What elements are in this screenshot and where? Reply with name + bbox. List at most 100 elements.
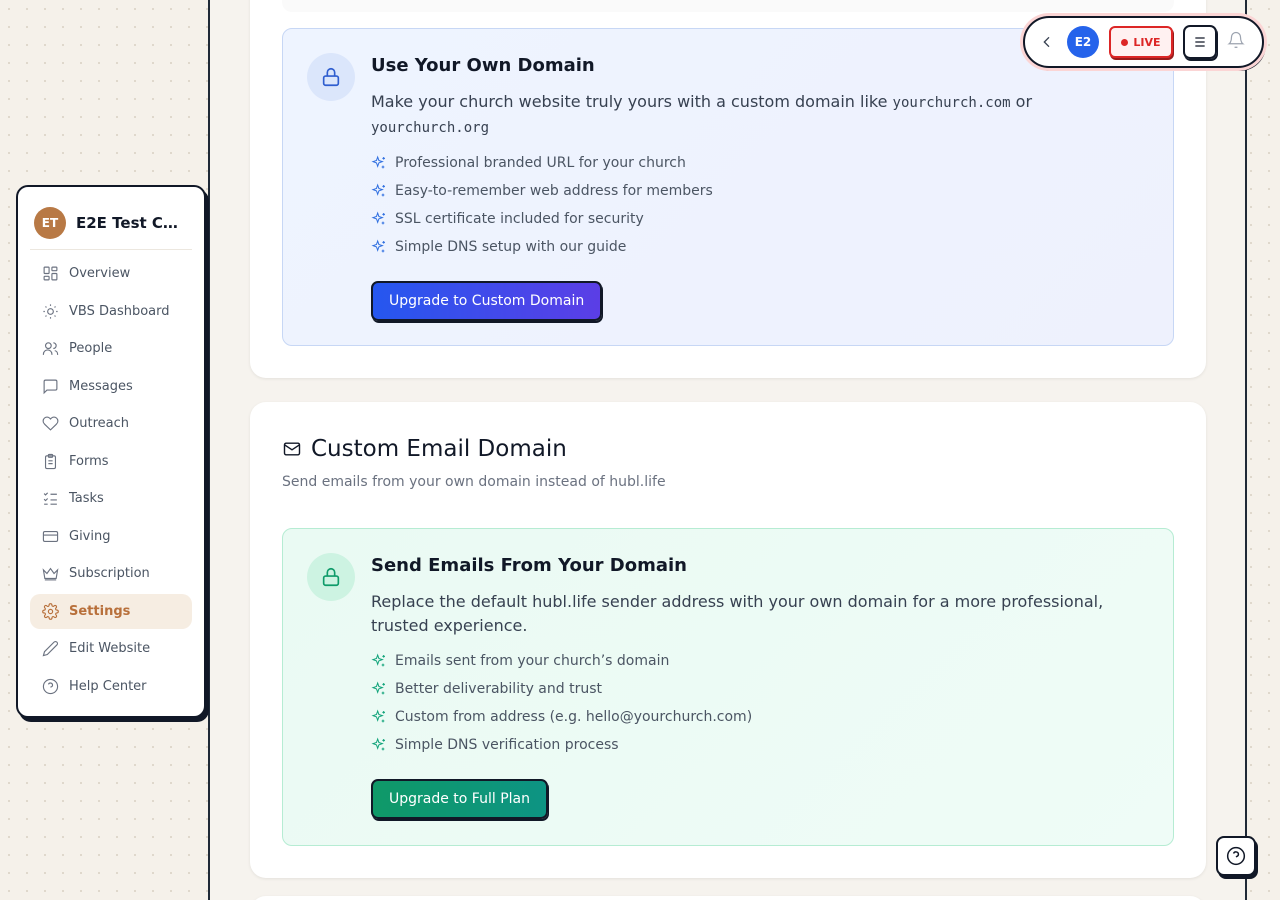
previous-section-stub: [282, 0, 1174, 12]
notifications-button[interactable]: [1227, 31, 1245, 53]
mail-icon: [283, 442, 301, 456]
heart-icon: [42, 416, 59, 431]
bell-icon: [1227, 31, 1245, 49]
sidebar-item-messages[interactable]: Messages: [30, 369, 192, 404]
next-section-card: [250, 896, 1206, 900]
clipboard-icon: [44, 453, 57, 469]
sun-icon: [43, 303, 58, 319]
church-name: E2E Test Church: [76, 214, 188, 232]
live-status-button[interactable]: LIVE: [1109, 26, 1173, 58]
sidebar-item-vbs-dashboard[interactable]: VBS Dashboard: [30, 294, 192, 329]
feature-text: SSL certificate included for security: [395, 211, 644, 227]
custom-domain-promo: Use Your Own Domain Make your church web…: [282, 28, 1174, 346]
user-avatar[interactable]: E2: [1067, 26, 1099, 58]
feature-text: Emails sent from your church’s domain: [395, 653, 670, 669]
feature-text: Simple DNS setup with our guide: [395, 239, 627, 255]
sidebar-item-label: People: [69, 341, 113, 356]
live-dot-icon: [1121, 38, 1129, 46]
sparkles-icon: [371, 681, 385, 695]
feature-text: Better deliverability and trust: [395, 681, 602, 697]
promo-desc-text: Make your church website truly yours wit…: [371, 92, 893, 111]
sidebar-item-label: Tasks: [69, 491, 104, 506]
section-header: Custom Email Domain: [282, 436, 567, 462]
message-icon: [43, 379, 58, 394]
sidebar-item-label: Messages: [69, 378, 133, 394]
sidebar-item-label: Help Center: [69, 678, 147, 694]
sparkles-icon: [371, 211, 385, 225]
sidebar-item-label: Overview: [69, 266, 131, 281]
promo-description: Make your church website truly yours wit…: [371, 90, 1149, 140]
credit-card-icon: [42, 530, 59, 542]
sidebar-item-overview[interactable]: Overview: [30, 256, 192, 291]
example-domain-org: yourchurch.org: [371, 120, 490, 136]
sidebar-item-label: Settings: [69, 603, 131, 619]
collapse-toolbar-button[interactable]: [1037, 34, 1057, 50]
sidebar-item-label: VBS Dashboard: [69, 303, 170, 319]
help-button[interactable]: [1216, 836, 1256, 876]
floating-toolbar: E2 LIVE: [1023, 16, 1264, 68]
feature-text: Easy-to-remember web address for members: [395, 183, 713, 199]
example-domain-com: yourchurch.com: [892, 95, 1011, 111]
promo-description: Replace the default hubl.life sender add…: [371, 592, 1104, 635]
feature-text: Simple DNS verification process: [395, 737, 619, 753]
sidebar-header[interactable]: ET E2E Test Church: [30, 201, 192, 250]
sidebar-item-label: Giving: [69, 528, 111, 544]
sidebar-item-settings[interactable]: Settings: [30, 593, 192, 629]
feature-item: Easy-to-remember web address for members: [371, 177, 1149, 205]
feature-item: Professional branded URL for your church: [371, 149, 1149, 177]
menu-button[interactable]: [1183, 25, 1217, 59]
lock-badge: [307, 53, 355, 101]
crown-icon: [42, 567, 59, 581]
upgrade-custom-domain-button[interactable]: Upgrade to Custom Domain: [371, 281, 603, 321]
hamburger-icon: [1195, 37, 1205, 47]
sidebar-item-tasks[interactable]: Tasks: [30, 481, 192, 516]
users-icon: [42, 342, 59, 355]
chevron-left-icon: [1043, 36, 1050, 48]
feature-item: Simple DNS verification process: [371, 731, 1149, 759]
sidebar-item-label: Edit Website: [69, 641, 151, 656]
email-domain-promo: Send Emails From Your Domain Replace the…: [282, 528, 1174, 846]
lock-icon: [322, 67, 340, 87]
sidebar-item-label: Subscription: [69, 566, 150, 581]
promo-desc-or: or: [1010, 92, 1033, 111]
feature-text: Professional branded URL for your church: [395, 155, 686, 171]
gear-icon: [42, 602, 59, 620]
list-checks-icon: [43, 492, 57, 505]
help-circle-icon: [42, 678, 59, 694]
upgrade-full-plan-button[interactable]: Upgrade to Full Plan: [371, 779, 548, 819]
section-subtitle: Send emails from your own domain instead…: [282, 474, 666, 490]
custom-email-domain-card: Custom Email Domain Send emails from you…: [250, 402, 1206, 878]
promo-title: Send Emails From Your Domain: [371, 555, 687, 576]
sidebar-item-subscription[interactable]: Subscription: [30, 556, 192, 591]
sparkles-icon: [371, 709, 385, 723]
sparkles-icon: [371, 239, 385, 253]
feature-item: Emails sent from your church’s domain: [371, 647, 1149, 675]
sparkles-icon: [371, 183, 385, 197]
sidebar-item-label: Outreach: [69, 416, 129, 431]
sidebar-item-forms[interactable]: Forms: [30, 444, 192, 479]
frame-divider-right: [1245, 0, 1247, 900]
lock-icon: [322, 567, 340, 587]
feature-text: Custom from address (e.g. hello@yourchur…: [395, 709, 753, 725]
feature-item: Simple DNS setup with our guide: [371, 233, 1149, 261]
sparkles-icon: [371, 155, 385, 169]
sidebar: ET E2E Test Church Overview VBS Dashboar…: [16, 185, 206, 718]
church-avatar: ET: [34, 207, 66, 239]
sidebar-item-people[interactable]: People: [30, 331, 192, 366]
feature-item: Better deliverability and trust: [371, 675, 1149, 703]
feature-item: SSL certificate included for security: [371, 205, 1149, 233]
section-title: Custom Email Domain: [311, 436, 567, 462]
feature-item: Custom from address (e.g. hello@yourchur…: [371, 703, 1149, 731]
sidebar-item-giving[interactable]: Giving: [30, 519, 192, 554]
sidebar-item-outreach[interactable]: Outreach: [30, 406, 192, 441]
pencil-icon: [42, 641, 58, 657]
live-label: LIVE: [1133, 35, 1161, 49]
sidebar-item-help-center[interactable]: Help Center: [30, 669, 192, 704]
sidebar-item-edit-website[interactable]: Edit Website: [30, 631, 192, 666]
sparkles-icon: [371, 737, 385, 751]
sidebar-item-label: Forms: [69, 453, 109, 469]
lock-badge: [307, 553, 355, 601]
frame-divider-left: [208, 0, 210, 900]
help-circle-icon: [1226, 846, 1246, 866]
grid-icon: [43, 266, 58, 281]
